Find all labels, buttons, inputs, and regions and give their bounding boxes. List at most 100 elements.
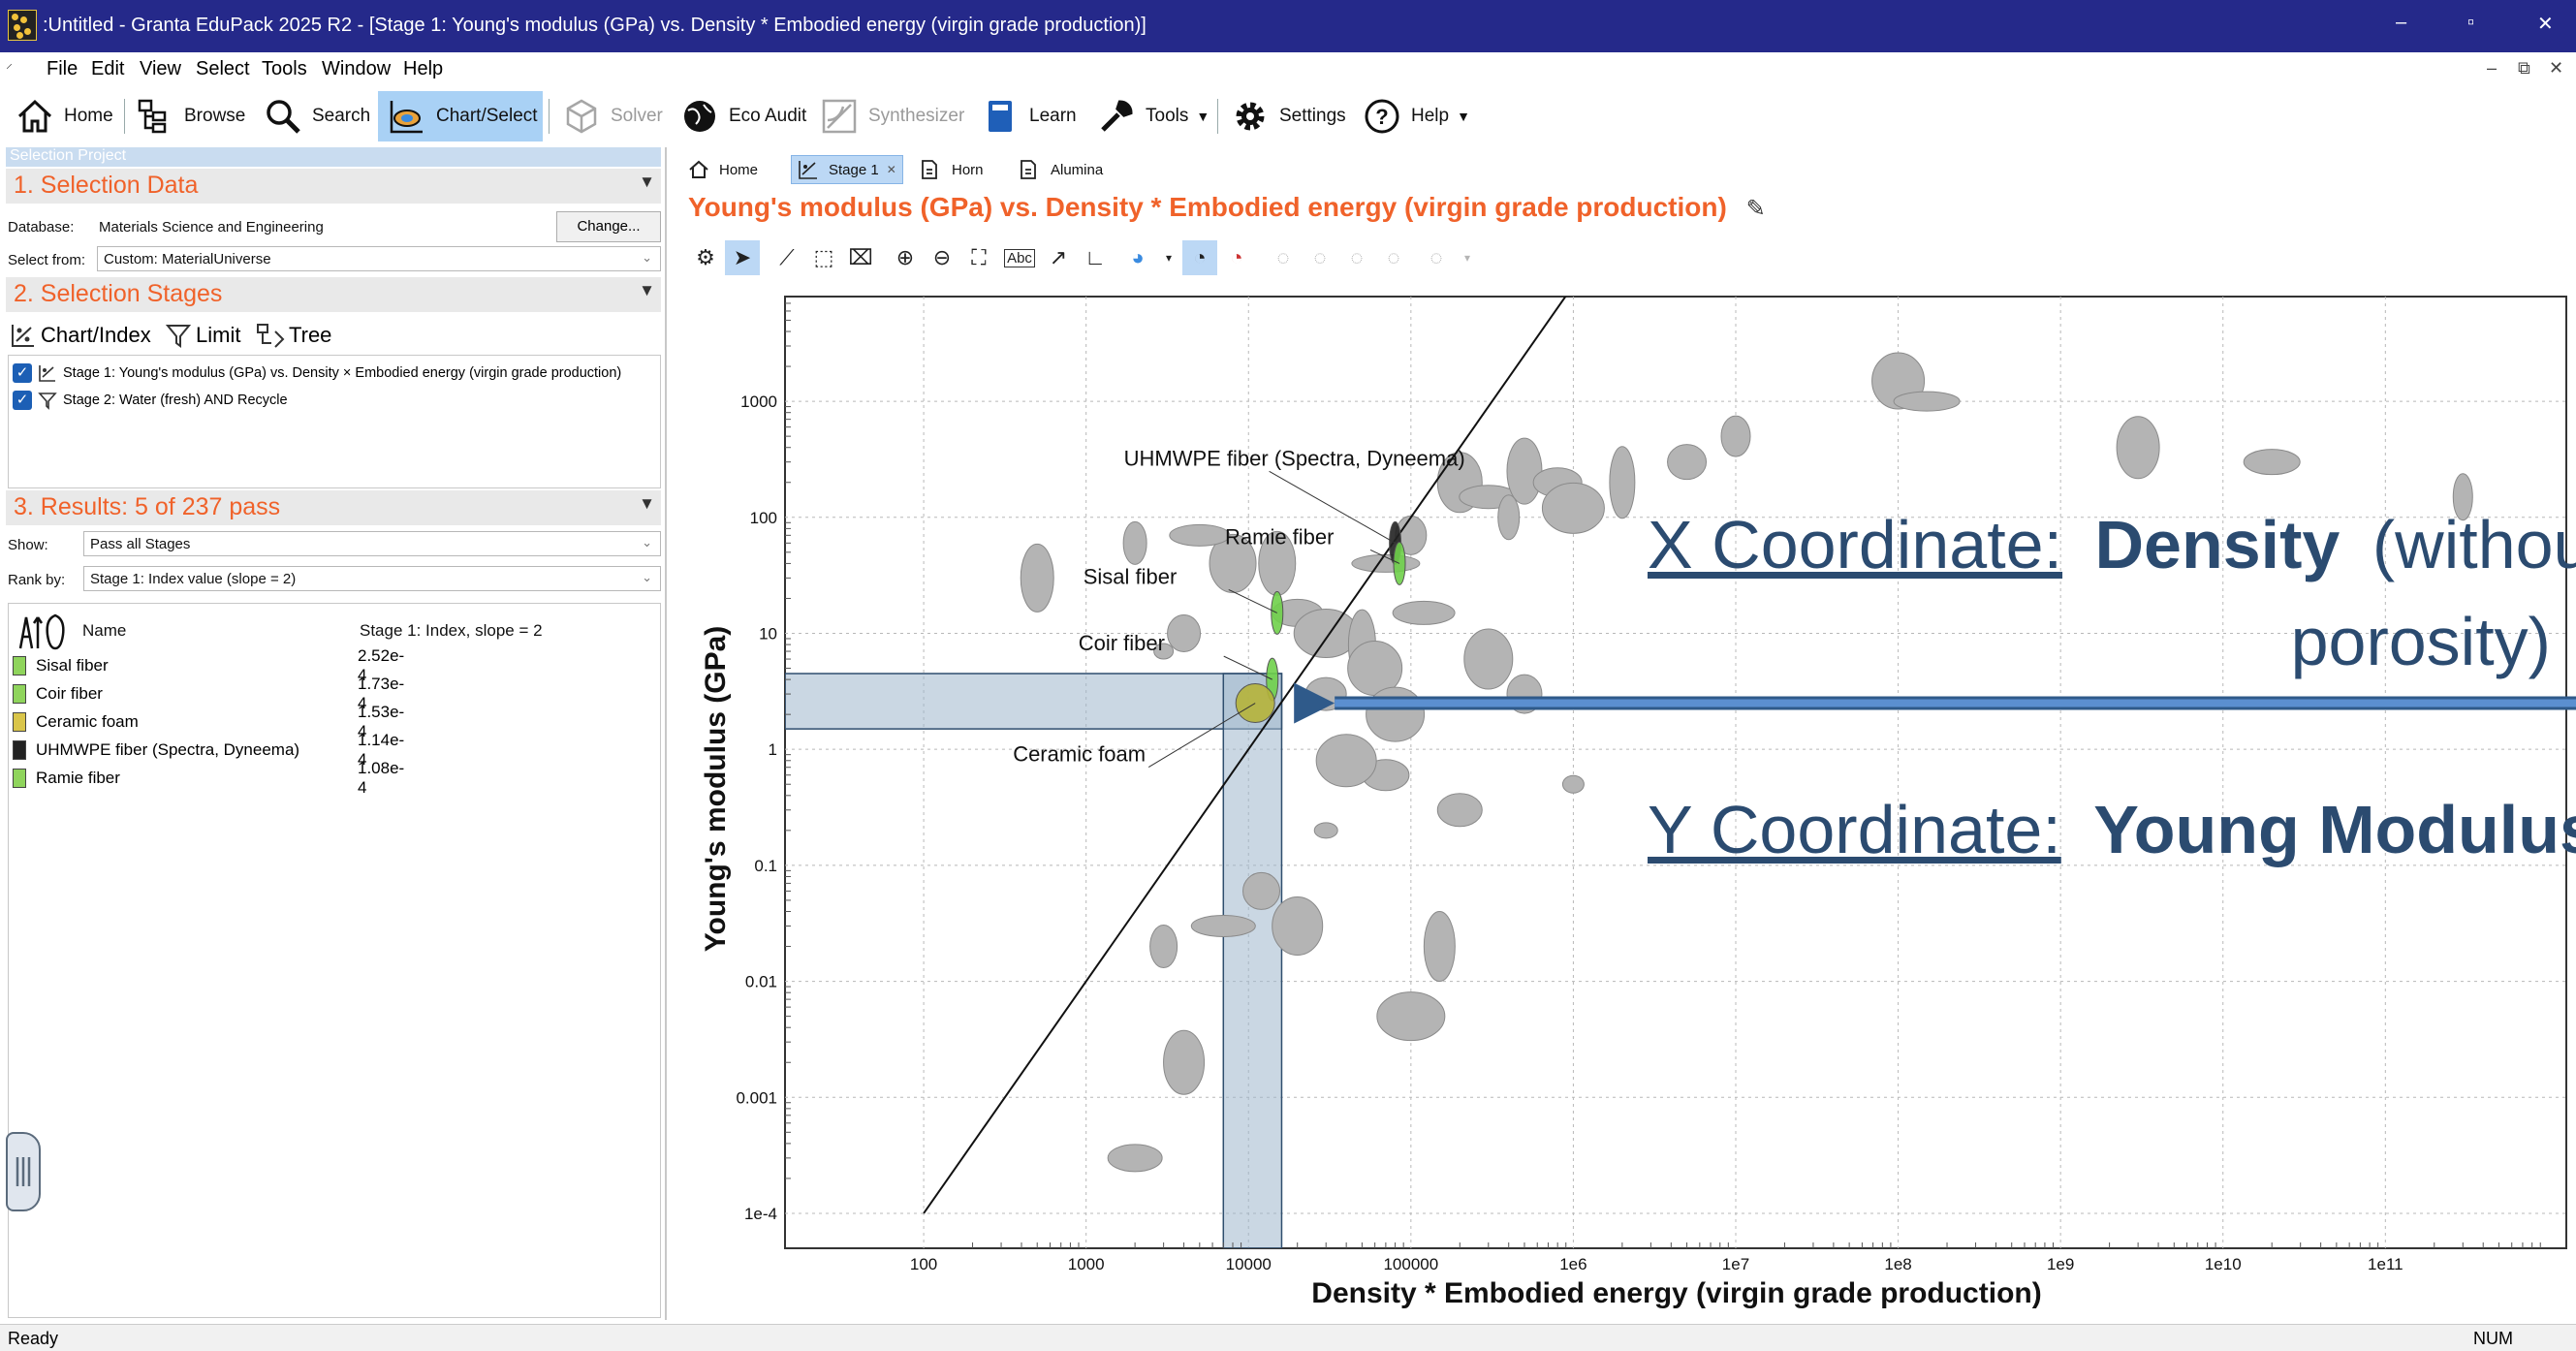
label-icon: ◌ xyxy=(1276,245,1290,269)
section-selection-data-header[interactable]: 1. Selection Data ▼ xyxy=(6,169,661,204)
tab-horn[interactable]: Horn xyxy=(921,155,984,184)
change-database-button[interactable]: Change... xyxy=(556,211,661,242)
material-bubble xyxy=(1497,494,1521,541)
database-value: Materials Science and Engineering xyxy=(99,219,324,236)
line-tool-button[interactable]: ⟋ xyxy=(770,240,804,275)
select-tool-button[interactable]: ➤ xyxy=(725,240,760,275)
show-dropdown[interactable]: Pass all Stages ⌄ xyxy=(83,531,661,556)
menu-bar: ⸝ File Edit View Select Tools Window Hel… xyxy=(0,52,2576,85)
box-tool-button[interactable]: ⬚ xyxy=(806,240,841,275)
edit-title-icon[interactable]: ✎ xyxy=(1746,196,1766,222)
document-menu-icon[interactable]: ⸝ xyxy=(6,54,13,73)
x-tick-label: 100000 xyxy=(1383,1255,1438,1273)
limit-button[interactable]: Limit xyxy=(165,322,240,349)
label-edit-button[interactable]: ◌ xyxy=(1303,240,1337,275)
tab-home[interactable]: Home xyxy=(688,155,758,184)
pin-tool-button[interactable]: ↗ xyxy=(1041,240,1076,275)
result-row[interactable]: Ceramic foam 1.53e-4 xyxy=(13,703,404,740)
result-row[interactable]: Sisal fiber 2.52e-4 xyxy=(13,646,404,684)
checkbox-checked-icon[interactable]: ✓ xyxy=(13,391,32,410)
home-button[interactable]: Home xyxy=(16,91,113,141)
material-bubble xyxy=(1463,628,1514,690)
menu-help[interactable]: Help xyxy=(403,58,443,80)
close-button[interactable]: ✕ xyxy=(2537,12,2554,36)
stage-row[interactable]: ✓ Stage 1: Young's modulus (GPa) vs. Den… xyxy=(13,361,621,385)
x-range-highlight xyxy=(1222,673,1283,1248)
fit-chart-button[interactable]: ⛶ xyxy=(961,240,996,275)
close-tab-icon[interactable]: ✕ xyxy=(887,163,896,176)
doc-close-icon[interactable]: ✕ xyxy=(2549,58,2563,79)
select-from-value: Custom: MaterialUniverse xyxy=(104,251,271,267)
bubble-color-dropdown[interactable]: ▾ xyxy=(1151,240,1186,275)
tab-alumina[interactable]: Alumina xyxy=(1020,155,1103,184)
search-button[interactable]: Search xyxy=(264,91,370,141)
minimize-button[interactable]: – xyxy=(2396,12,2406,34)
tab-stage-1[interactable]: Stage 1 ✕ xyxy=(791,155,903,184)
selection-project-tab[interactable]: Selection Project xyxy=(6,147,661,167)
help-button[interactable]: ? Help ▼ xyxy=(1363,91,1470,141)
collapse-arrow-icon[interactable]: ▼ xyxy=(639,281,655,300)
column-header-name[interactable]: Name xyxy=(82,621,126,641)
settings-button[interactable]: Settings xyxy=(1231,91,1346,141)
synthesizer-button[interactable]: Synthesizer xyxy=(820,91,964,141)
show-all-button[interactable]: ◔ xyxy=(1182,240,1217,275)
envelope-icon: ∟ xyxy=(1084,245,1106,269)
clear-selection-icon: ⌧ xyxy=(848,245,873,269)
box-select-icon: ⬚ xyxy=(813,245,834,269)
solver-button[interactable]: Solver xyxy=(562,91,663,141)
browse-button[interactable]: Browse xyxy=(136,91,245,141)
stage-options-button[interactable]: ◌ xyxy=(1419,240,1454,275)
hide-failed-button[interactable]: ◔ xyxy=(1219,240,1254,275)
zoom-out-button[interactable]: ⊖ xyxy=(925,240,959,275)
menu-select[interactable]: Select xyxy=(196,58,250,80)
label-delete-button[interactable]: ◌ xyxy=(1376,240,1411,275)
record-icon xyxy=(13,656,26,676)
eco-audit-button[interactable]: Eco Audit xyxy=(680,91,806,141)
collapse-arrow-icon[interactable]: ▼ xyxy=(639,494,655,514)
bubble-color-button[interactable]: ◕ xyxy=(1120,240,1155,275)
result-row[interactable]: UHMWPE fiber (Spectra, Dyneema) 1.14e-4 xyxy=(13,731,404,769)
section-results-header[interactable]: 3. Results: 5 of 237 pass ▼ xyxy=(6,490,661,525)
stage-options-dropdown[interactable]: ▾ xyxy=(1450,240,1485,275)
status-num: NUM xyxy=(2473,1329,2513,1348)
granta-app-icon[interactable] xyxy=(8,10,37,41)
menu-file[interactable]: File xyxy=(47,58,78,80)
sort-results-icon[interactable] xyxy=(16,610,67,652)
result-row[interactable]: Coir fiber 1.73e-4 xyxy=(13,675,404,712)
tree-button[interactable]: Tree xyxy=(256,322,331,349)
chart-select-button[interactable]: Chart/Select xyxy=(378,91,543,141)
collapse-arrow-icon[interactable]: ▼ xyxy=(639,173,655,192)
tools-button[interactable]: Tools ▼ xyxy=(1097,91,1209,141)
label-move-button[interactable]: ◌ xyxy=(1339,240,1374,275)
panel-collapse-handle[interactable] xyxy=(6,1132,41,1211)
material-bubble xyxy=(1720,415,1751,457)
column-header-index[interactable]: Stage 1: Index, slope = 2 xyxy=(360,621,543,641)
stage-row[interactable]: ✓ Stage 2: Water (fresh) AND Recycle xyxy=(13,389,288,412)
checkbox-checked-icon[interactable]: ✓ xyxy=(13,363,32,383)
section-selection-stages-header[interactable]: 2. Selection Stages ▼ xyxy=(6,277,661,312)
label-tool-button[interactable]: ◌ xyxy=(1266,240,1301,275)
doc-minimize-icon[interactable]: – xyxy=(2487,58,2497,79)
add-text-button[interactable]: Abc xyxy=(1002,240,1037,275)
rank-by-dropdown[interactable]: Stage 1: Index value (slope = 2) ⌄ xyxy=(83,566,661,591)
menu-window[interactable]: Window xyxy=(322,58,391,80)
eraser-tool-button[interactable]: ⌧ xyxy=(843,240,878,275)
material-bubble xyxy=(1190,914,1256,937)
y-range-highlight xyxy=(785,673,1283,730)
y-tick-label: 1e-4 xyxy=(744,1205,777,1223)
envelope-tool-button[interactable]: ∟ xyxy=(1078,240,1113,275)
show-label: Show: xyxy=(8,537,48,553)
chart-settings-button[interactable]: ⚙ xyxy=(688,240,723,275)
restore-button[interactable]: ▫ xyxy=(2467,12,2474,34)
ashby-chart[interactable]: UHMWPE fiber (Spectra, Dyneema) Ramie fib… xyxy=(678,281,2576,1324)
menu-view[interactable]: View xyxy=(140,58,181,80)
menu-tools[interactable]: Tools xyxy=(262,58,307,80)
result-row[interactable]: Ramie fiber 1.08e-4 xyxy=(13,759,404,797)
zoom-in-button[interactable]: ⊕ xyxy=(888,240,923,275)
menu-edit[interactable]: Edit xyxy=(91,58,124,80)
select-from-dropdown[interactable]: Custom: MaterialUniverse ⌄ xyxy=(97,246,661,271)
doc-restore-icon[interactable]: ⧉ xyxy=(2518,58,2530,79)
chart-index-button[interactable]: Chart/Index xyxy=(10,322,151,349)
home-label: Home xyxy=(64,106,113,126)
learn-button[interactable]: Learn xyxy=(981,91,1077,141)
